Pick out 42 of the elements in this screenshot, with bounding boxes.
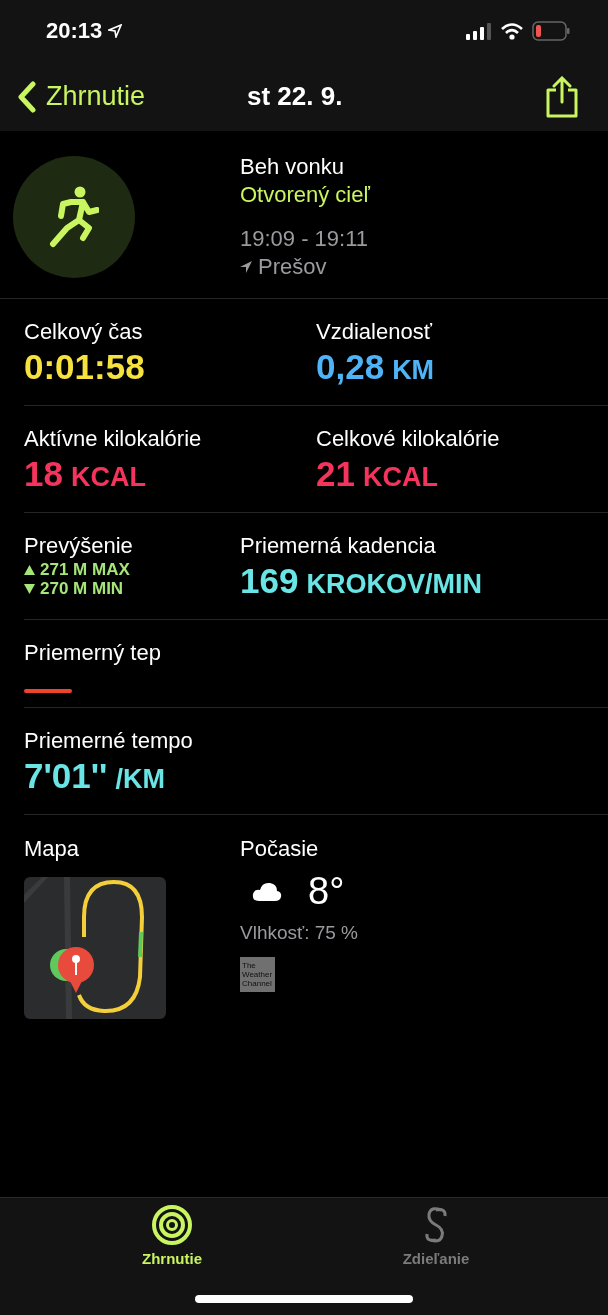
metric-label: Priemerné tempo (24, 727, 194, 755)
metric-value: 0:01:58 (24, 346, 146, 388)
metric-value: 18 KCAL (24, 453, 147, 495)
back-chevron-icon (18, 80, 36, 113)
temperature: 8° (308, 869, 345, 913)
down-triangle-icon (24, 583, 35, 594)
workout-location: Prešov (258, 253, 327, 281)
up-triangle-icon (24, 564, 35, 575)
tab-button[interactable]: Zhrnutie (102, 1204, 242, 1267)
elevation-min: 270 M MIN (40, 579, 124, 598)
back-button[interactable]: Zhrnutie (18, 80, 146, 113)
metric-label: Celkový čas (24, 318, 144, 346)
workout-name: Beh vonku (240, 153, 345, 181)
metric-label: Priemerný tep (24, 639, 162, 667)
location-arrow-icon (108, 24, 123, 38)
metric-value: 169 KROKOV/MIN (240, 560, 483, 602)
status-time: 20:13 (46, 18, 103, 44)
metric-label: Priemerná kadencia (240, 532, 437, 560)
running-figure-icon (49, 186, 99, 248)
map-label: Mapa (24, 835, 81, 863)
elevation-max: 271 M MAX (40, 560, 130, 579)
tab-button[interactable]: Zdieľanie (366, 1204, 506, 1267)
humidity: Vlhkosť: 75 % (240, 921, 360, 945)
metric-label: Prevýšenie (24, 532, 134, 560)
location-arrow-icon (240, 261, 252, 273)
weather-provider-logo: The Weather Channel (240, 957, 275, 992)
workout-time-range: 19:09 - 19:11 (240, 225, 370, 253)
metric-value: 7'01'' /KM (24, 755, 166, 797)
share-icon[interactable] (544, 75, 580, 118)
rings-icon (151, 1204, 193, 1246)
metric-label: Vzdialenosť (316, 318, 434, 346)
nav-title: st 22. 9. (247, 81, 343, 112)
metric-value: 21 KCAL (316, 453, 439, 495)
weather-label: Počasie (240, 835, 320, 863)
metric-label: Celkové kilokalórie (316, 425, 501, 453)
signal-icon (466, 22, 492, 40)
metric-label: Aktívne kilokalórie (24, 425, 203, 453)
cloud-icon (252, 881, 282, 901)
metric-value: 0,28 KM (316, 346, 436, 388)
wifi-icon (500, 22, 524, 40)
battery-icon (532, 21, 570, 41)
workout-goal: Otvorený cieľ (240, 181, 370, 209)
